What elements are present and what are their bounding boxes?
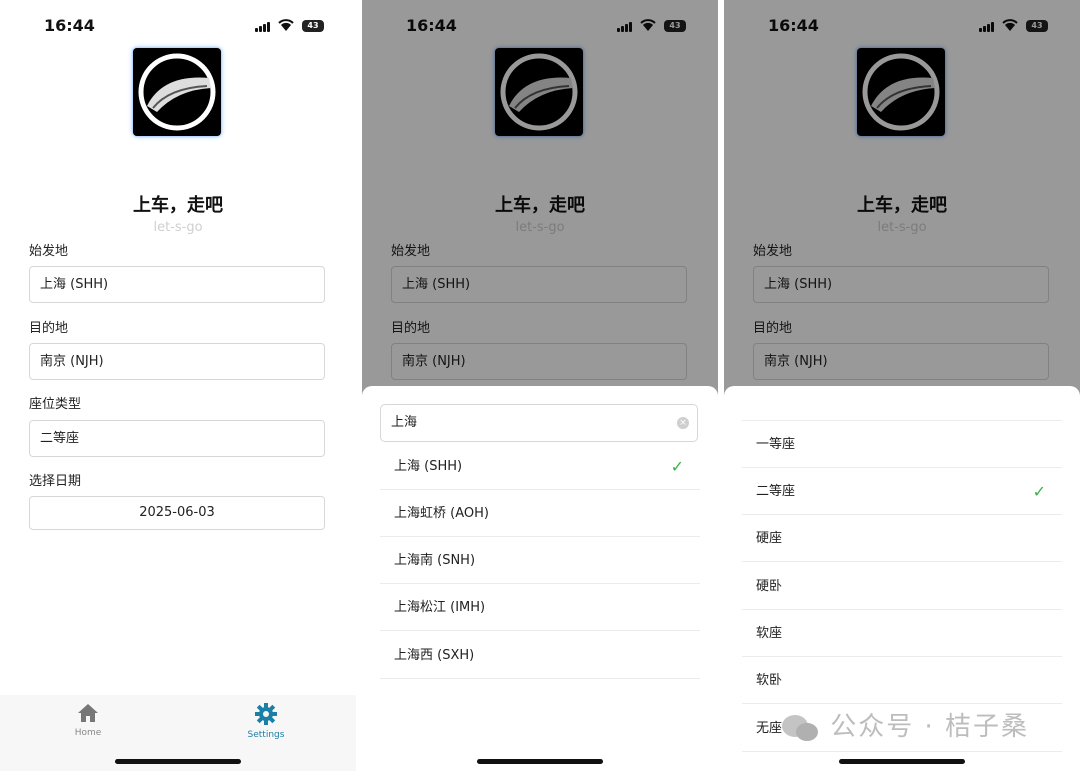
date-label: 选择日期 [29,474,82,489]
seat-option[interactable]: 硬座 [742,515,1062,562]
seat-option[interactable]: 软卧 [742,657,1062,704]
station-picker-screen: 16:44 43 上车，走吧 let-s-go 始发地 上海 (SHH) 目的地… [362,0,718,771]
seat-option-label: 二等座 [756,484,796,499]
seat-option[interactable]: 二等座 ✓ [742,468,1062,515]
seat-option-label: 软卧 [756,673,783,688]
station-option[interactable]: 上海西 (SXH) [380,632,700,679]
station-picker-sheet: 上海 × 上海 (SHH) ✓ 上海虹桥 (AOH) 上海南 (SNH) 上海松江… [362,386,718,771]
home-indicator [115,759,241,764]
wechat-icon [782,714,818,741]
station-option[interactable]: 上海松江 (IMH) [380,584,700,631]
destination-label: 目的地 [29,321,69,336]
battery-icon: 43 [302,20,324,32]
station-option[interactable]: 上海南 (SNH) [380,537,700,584]
gear-icon [255,703,277,725]
wifi-icon [278,19,294,31]
app-subtitle: let-s-go [153,220,203,235]
date-field[interactable]: 2025-06-03 [29,496,325,530]
seat-option-label: 硬座 [756,531,783,546]
station-option-label: 上海松江 (IMH) [394,600,486,615]
seat-option[interactable]: 硬卧 [742,563,1062,610]
home-icon [78,704,98,722]
station-search-input[interactable]: 上海 [380,404,698,442]
watermark-text: 公众号 · 桔子桑 [830,712,1030,742]
clear-icon[interactable]: × [677,417,689,429]
status-bar: 16:44 43 [0,14,356,38]
seat-option-label: 硬卧 [756,579,783,594]
origin-field[interactable]: 上海 (SHH) [29,266,325,303]
seat-picker-screen: 16:44 43 上车，走吧 let-s-go 始发地 上海 (SHH) 目的地… [724,0,1080,771]
station-option[interactable]: 上海虹桥 (AOH) [380,490,700,537]
tab-settings-label: Settings [247,730,285,740]
tab-settings[interactable]: Settings [236,703,296,740]
tab-home-label: Home [74,728,102,738]
signal-icon [255,22,271,32]
station-option-label: 上海虹桥 (AOH) [394,506,489,521]
destination-field[interactable]: 南京 (NJH) [29,343,325,380]
seat-option-label: 软座 [756,626,783,641]
station-option-label: 上海西 (SXH) [394,648,475,663]
seat-option-label: 无座 [756,721,783,736]
seat-type-field[interactable]: 二等座 [29,420,325,457]
seat-option-label: 一等座 [756,437,796,452]
station-option-label: 上海南 (SNH) [394,553,476,568]
origin-label: 始发地 [29,244,69,259]
watermark: 公众号 · 桔子桑 [780,706,1029,746]
main-form-screen: 16:44 43 上车，走吧 let-s-go 始发地 上海 (SHH) 目的地… [0,0,356,771]
station-option-label: 上海 (SHH) [394,459,463,474]
app-logo [133,48,221,136]
check-icon: ✓ [670,457,684,476]
station-option[interactable]: 上海 (SHH) ✓ [380,443,700,490]
home-indicator [477,759,603,764]
home-indicator [839,759,965,764]
status-time: 16:44 [44,16,95,35]
app-title: 上车，走吧 [133,195,223,216]
tab-home[interactable]: Home [58,703,118,738]
tab-bar: Home Settings [0,695,356,771]
seat-type-label: 座位类型 [29,397,82,412]
check-icon: ✓ [1032,482,1046,501]
seat-option[interactable]: 一等座 [742,421,1062,468]
seat-option[interactable]: 软座 [742,610,1062,657]
